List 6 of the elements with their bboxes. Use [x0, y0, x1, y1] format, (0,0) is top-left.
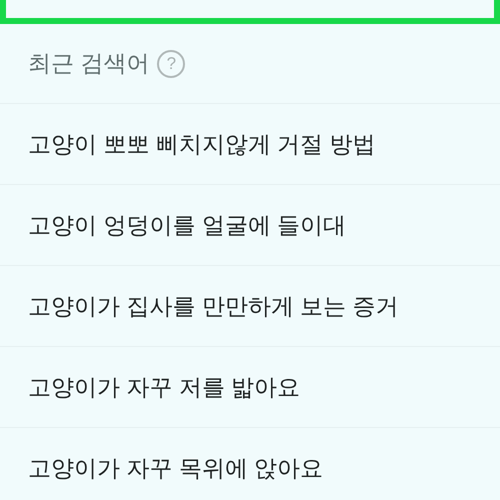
recent-search-item[interactable]: 고양이 뽀뽀 삐치지않게 거절 방법 — [28, 126, 376, 162]
recent-search-item[interactable]: 고양이가 자꾸 저를 밟아요 — [28, 370, 300, 404]
recent-search-item[interactable]: 고양이가 자꾸 목위에 앉아요 — [28, 450, 324, 486]
recent-search-item[interactable]: 고양이 엉덩이를 얼굴에 들이대 — [28, 208, 346, 242]
recent-search-item[interactable]: 고양이가 집사를 만만하게 보는 증거 — [28, 288, 399, 324]
section-title: 최근 검색어 — [28, 49, 150, 78]
